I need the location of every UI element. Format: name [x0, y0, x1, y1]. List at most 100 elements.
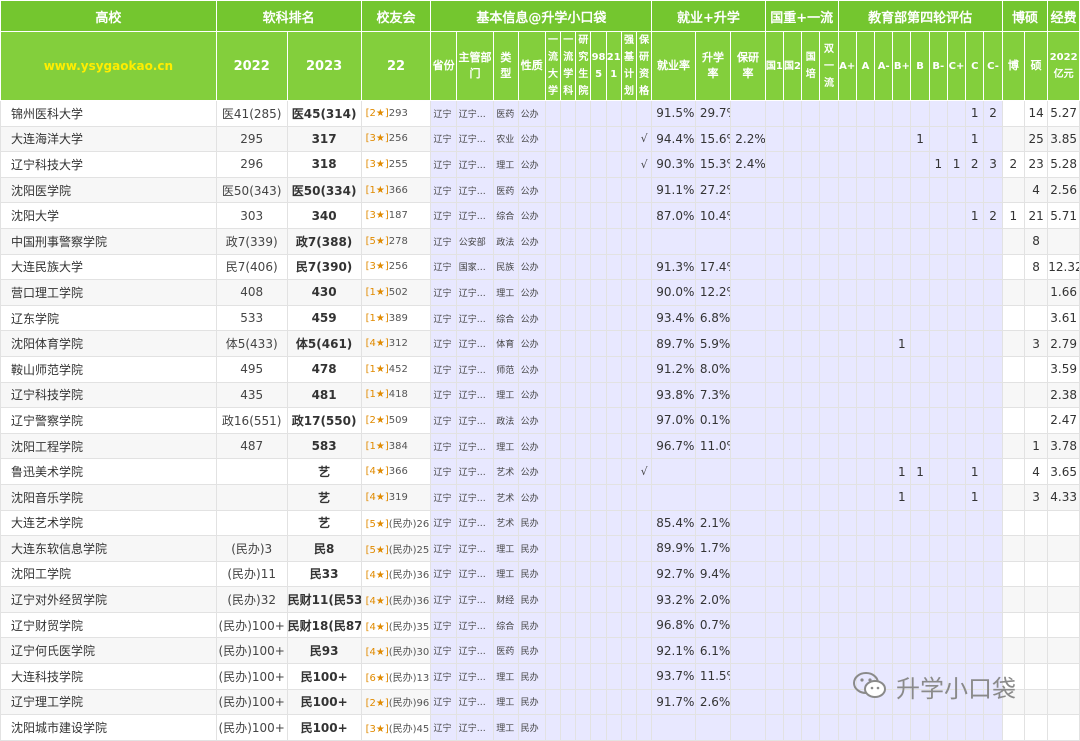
rank-2022: (民办)32: [215, 586, 288, 613]
evaluation-count: [837, 304, 857, 332]
national-flag: [764, 330, 784, 357]
evaluation-count: [892, 714, 912, 741]
national-flag: [764, 176, 784, 204]
national-flag: [764, 100, 784, 127]
province: 辽宁: [430, 509, 457, 537]
website-link[interactable]: www.ysygaokao.cn: [0, 31, 217, 101]
alumni-star-level: [3★]: [365, 210, 389, 222]
evaluation-count: [946, 227, 967, 255]
evaluation-count: 1: [946, 151, 967, 178]
basic-flag: [575, 253, 592, 281]
national-flag: [819, 432, 839, 460]
header-alumni-year: 22: [360, 31, 432, 101]
alumni-rank-value: 312: [388, 338, 408, 350]
alumni-rank: [3★]256: [360, 253, 432, 281]
basic-flag: [605, 637, 622, 665]
alumni-rank: [1★]366: [360, 176, 432, 204]
authority: 辽宁…: [455, 560, 495, 588]
employment-rate: 90.3%: [651, 151, 696, 178]
evaluation-count: [983, 355, 1003, 383]
national-flag: [782, 330, 803, 357]
employment-rate: 92.1%: [651, 637, 696, 665]
authority: 辽宁…: [455, 304, 495, 332]
evaluation-count: 1: [892, 483, 912, 511]
basic-flag: [560, 432, 577, 460]
basic-flag: [605, 330, 622, 357]
phd-count: [1001, 611, 1025, 639]
evaluation-count: [874, 381, 894, 409]
basic-flag: [620, 535, 638, 562]
advancement-rate: 10.4%: [694, 202, 732, 229]
authority: 公安部: [455, 227, 495, 255]
evaluation-count: [874, 611, 894, 639]
recommend-rate: [730, 586, 766, 613]
funding: 2.47: [1047, 407, 1080, 434]
evaluation-count: [928, 407, 948, 434]
table-row: 锦州医科大学 医41(285) 医45(314) [2★]293 辽宁 辽宁… 医药 公办 91…: [0, 100, 1080, 127]
basic-flag: [620, 100, 638, 127]
authority: 辽宁…: [455, 458, 495, 485]
basic-flag: [560, 304, 577, 332]
table-row: 大连民族大学 民7(406) 民7(390) [3★]256 辽宁 国家… 民族 公办 91.3…: [0, 253, 1080, 281]
header-funding: 经费: [1047, 0, 1080, 32]
evaluation-count: [946, 586, 967, 613]
rank-2023: 艺: [286, 458, 362, 485]
basic-flag: [544, 330, 562, 357]
basic-flag: [590, 151, 607, 178]
basic-flag: [575, 509, 592, 537]
national-flag: [782, 663, 803, 690]
evaluation-count: [928, 560, 948, 588]
alumni-rank: [1★]452: [360, 355, 432, 383]
school-name: 沈阳工学院: [0, 560, 217, 588]
school-nature: 民办: [517, 560, 546, 588]
basic-flag: [560, 637, 577, 665]
header-master: 硕: [1023, 31, 1049, 101]
basic-flag: [575, 637, 592, 665]
recommend-rate: [730, 483, 766, 511]
evaluation-count: [965, 611, 985, 639]
evaluation-count: [855, 304, 876, 332]
school-nature: 公办: [517, 304, 546, 332]
header-nat1: 国1: [764, 31, 784, 101]
table-row: 辽宁科技学院 435 481 [1★]418 辽宁 辽宁… 理工 公办 93.8% 7.3% 2.3…: [0, 381, 1080, 409]
evaluation-count: [928, 586, 948, 613]
employment-rate: 93.4%: [651, 304, 696, 332]
basic-flag: [605, 100, 622, 127]
employment-rate: 93.7%: [651, 663, 696, 690]
employment-rate: [651, 714, 696, 741]
evaluation-count: [892, 407, 912, 434]
rank-2023: 318: [286, 151, 362, 178]
authority: 辽宁…: [455, 355, 495, 383]
school-nature: 民办: [517, 509, 546, 537]
evaluation-count: [946, 483, 967, 511]
rank-2023: 340: [286, 202, 362, 229]
employment-rate: 91.1%: [651, 176, 696, 204]
school-type: 财经: [493, 586, 519, 613]
national-flag: [782, 355, 803, 383]
national-flag: [819, 381, 839, 409]
evaluation-count: [983, 176, 1003, 204]
school-nature: 公办: [517, 227, 546, 255]
national-flag: [819, 535, 839, 562]
rank-2022: (民办)11: [215, 560, 288, 588]
table-row: 辽东学院 533 459 [1★]389 辽宁 辽宁… 综合 公办 93.4% 6.8% 3.61: [0, 304, 1080, 332]
national-flag: [764, 586, 784, 613]
rank-2023: 艺: [286, 483, 362, 511]
evaluation-count: [928, 125, 948, 153]
employment-rate: 89.9%: [651, 535, 696, 562]
phd-count: [1001, 100, 1025, 127]
national-flag: [801, 458, 821, 485]
basic-flag: [590, 125, 607, 153]
header-evaluation: 教育部第四轮评估: [837, 0, 1003, 32]
rank-2022: (民办)100+: [215, 714, 288, 741]
basic-flag: [544, 304, 562, 332]
basic-flag: [590, 279, 607, 306]
evaluation-count: [928, 509, 948, 537]
table-row: 大连东软信息学院 (民办)3 民8 [5★](民办)25 辽宁 辽宁… 理工 民办 89.9% 1…: [0, 535, 1080, 562]
alumni-star-level: [5★]: [365, 519, 389, 531]
header-national: 国重+一流: [764, 0, 839, 32]
national-flag: [801, 279, 821, 306]
basic-flag: [590, 304, 607, 332]
recommend-flag: [636, 227, 653, 255]
header-fund-unit: 2022亿元: [1047, 31, 1080, 101]
